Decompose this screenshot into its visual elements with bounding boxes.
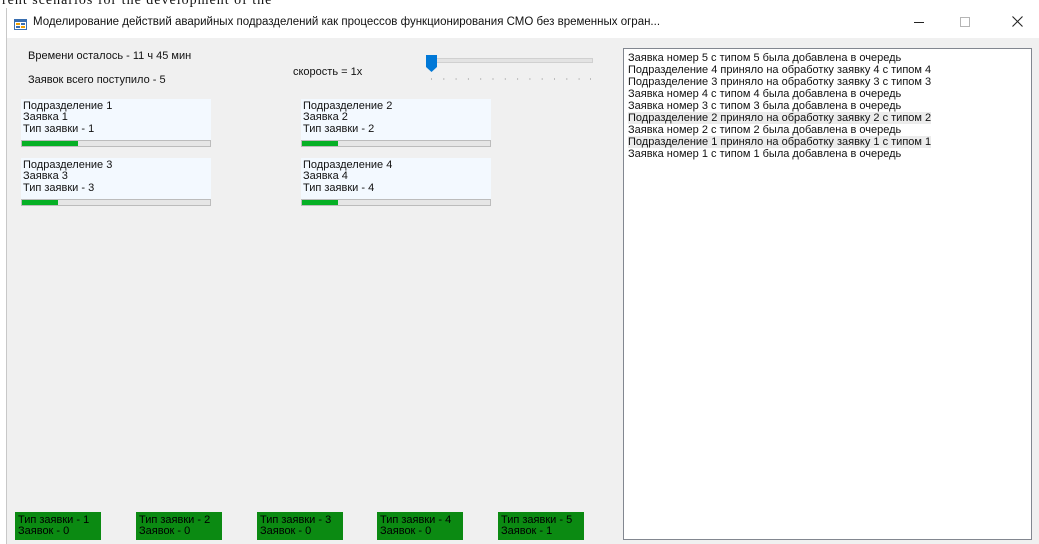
document-text-strip: rent scenarios for the development of th…: [0, 0, 1039, 8]
unit-panel-4: Подразделение 4 Заявка 4 Тип заявки - 4: [301, 158, 491, 208]
log-entry[interactable]: Подразделение 4 приняло на обработку зая…: [628, 64, 931, 76]
log-entry[interactable]: Заявка номер 1 с типом 1 была добавлена …: [628, 148, 901, 160]
queue-indicator-3: Тип заявки - 3 Заявок - 0: [257, 512, 343, 540]
maximize-icon: [960, 14, 970, 32]
unit-progress-fill: [302, 141, 338, 146]
speed-slider-thumb[interactable]: [426, 55, 437, 72]
queue-indicator-1: Тип заявки - 1 Заявок - 0: [15, 512, 101, 540]
unit-info-box: Подразделение 3 Заявка 3 Тип заявки - 3: [21, 158, 211, 200]
unit-request: Заявка 3: [23, 170, 68, 182]
unit-info-box: Подразделение 4 Заявка 4 Тип заявки - 4: [301, 158, 491, 200]
queue-indicator-2: Тип заявки - 2 Заявок - 0: [136, 512, 222, 540]
unit-progress-bar: [21, 140, 211, 147]
queue-count: Заявок - 1: [501, 525, 553, 537]
log-entry[interactable]: Заявка номер 2 с типом 2 была добавлена …: [628, 124, 901, 136]
speed-slider-ticks: [431, 78, 591, 80]
unit-info-box: Подразделение 2 Заявка 2 Тип заявки - 2: [301, 99, 491, 141]
queue-indicator-4: Тип заявки - 4 Заявок - 0: [377, 512, 463, 540]
app-window: Моделирование действий аварийных подразд…: [6, 8, 1039, 544]
log-entry[interactable]: Заявка номер 3 с типом 3 была добавлена …: [628, 100, 901, 112]
unit-progress-fill: [22, 141, 79, 146]
title-bar[interactable]: Моделирование действий аварийных подразд…: [7, 8, 1039, 38]
main-panel: Времени осталось - 11 ч 45 мин Заявок вс…: [7, 38, 1039, 544]
speed-label: скорость = 1x: [293, 66, 363, 78]
app-form-icon: [14, 17, 27, 30]
window-title: Моделирование действий аварийных подразд…: [33, 16, 661, 28]
queue-indicator-5: Тип заявки - 5 Заявок - 1: [498, 512, 584, 540]
unit-request: Заявка 2: [303, 111, 348, 123]
queue-count: Заявок - 0: [139, 525, 191, 537]
log-entry[interactable]: Заявка номер 5 с типом 5 была добавлена …: [628, 52, 901, 64]
unit-progress-fill: [22, 200, 58, 205]
requests-total-label: Заявок всего поступило - 5: [28, 74, 166, 86]
event-log-listbox[interactable]: Заявка номер 5 с типом 5 была добавлена …: [623, 48, 1032, 540]
unit-panel-3: Подразделение 3 Заявка 3 Тип заявки - 3: [21, 158, 211, 208]
unit-progress-bar: [301, 140, 491, 147]
unit-panel-1: Подразделение 1 Заявка 1 Тип заявки - 1: [21, 99, 211, 149]
queue-count: Заявок - 0: [18, 525, 70, 537]
unit-request-type: Тип заявки - 4: [303, 182, 375, 194]
minimize-icon: [914, 14, 924, 32]
maximize-button[interactable]: [942, 8, 988, 38]
unit-panel-2: Подразделение 2 Заявка 2 Тип заявки - 2: [301, 99, 491, 149]
queue-count: Заявок - 0: [260, 525, 312, 537]
log-entry[interactable]: Подразделение 2 приняло на обработку зая…: [628, 112, 932, 124]
log-entry[interactable]: Заявка номер 4 с типом 4 была добавлена …: [628, 88, 901, 100]
minimize-button[interactable]: [896, 8, 942, 38]
close-icon: [1011, 14, 1023, 32]
unit-request: Заявка 1: [23, 111, 68, 123]
log-entry[interactable]: Подразделение 3 приняло на обработку зая…: [628, 76, 931, 88]
time-left-label: Времени осталось - 11 ч 45 мин: [28, 50, 192, 62]
speed-slider-track[interactable]: [429, 58, 593, 63]
unit-progress-bar: [21, 199, 211, 206]
unit-info-box: Подразделение 1 Заявка 1 Тип заявки - 1: [21, 99, 211, 141]
unit-request-type: Тип заявки - 2: [303, 123, 375, 135]
log-entry[interactable]: Подразделение 1 приняло на обработку зая…: [628, 136, 932, 148]
document-text-line: rent scenarios for the development of th…: [2, 0, 273, 8]
queue-count: Заявок - 0: [380, 525, 432, 537]
unit-request-type: Тип заявки - 1: [23, 123, 95, 135]
unit-progress-fill: [302, 200, 338, 205]
close-button[interactable]: [994, 8, 1039, 38]
speed-slider[interactable]: [425, 55, 597, 80]
unit-request-type: Тип заявки - 3: [23, 182, 95, 194]
unit-request: Заявка 4: [303, 170, 348, 182]
unit-progress-bar: [301, 199, 491, 206]
